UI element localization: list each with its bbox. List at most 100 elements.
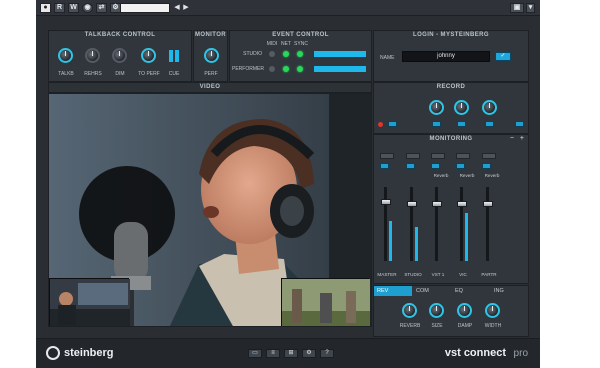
studio-channel-label: STUDIO [404,272,422,277]
master-channel-label: MASTER [377,272,397,277]
tab-compressor[interactable]: COM [413,286,451,296]
record-gain-knob-1[interactable] [429,100,444,115]
record-title: RECORD [436,84,466,90]
video-feed [48,93,372,327]
window-menu-icon[interactable]: ▾ [526,3,535,13]
record-input-button-4[interactable] [485,121,494,127]
layout-mixer-icon[interactable]: ≡ [266,349,280,358]
studio-net-led [283,51,289,57]
layout-video-icon[interactable]: ▭ [248,349,262,358]
record-input-button-2[interactable] [432,121,441,127]
tab-eq[interactable]: EQ [452,286,490,296]
studio-midi-led [269,51,275,57]
to-performer-knob[interactable] [141,48,156,63]
partr-channel-label: PARTR [481,272,497,277]
performer-net-led [283,66,289,72]
size-knob[interactable] [429,303,444,318]
talkback-title: TALKBACK CONTROL [84,32,156,38]
performer-midi-led [269,66,275,72]
vic-send-label: Reverb [459,173,475,178]
expand-icon[interactable]: + [520,135,524,142]
camera-icon[interactable]: ▣ [510,3,524,13]
rehearse-knob[interactable] [85,48,100,63]
monitor-performer-label: PERF [204,71,218,77]
talkback-label: TALKB [58,71,74,77]
route-button-vic[interactable] [456,153,470,159]
vst-connect-window: TALKBACK CONTROL TALKB REHRS DIM TO PERF… [36,16,540,368]
master-mute-button[interactable] [380,163,389,169]
effects-panel: REV COM EQ ING REVERB SIZE DAMP WIDTH [373,285,529,337]
talkback-knob[interactable] [58,48,73,63]
partr-mute-button[interactable] [482,163,491,169]
bottom-bar: steinberg ▭ ≡ ⊞ ⚙ ? vst connect pro [36,338,540,368]
preset-next-icon[interactable]: ▶ [182,3,190,13]
studio-sync-led [297,51,303,57]
studio-fader-track [410,187,413,261]
master-meter [389,221,392,261]
preset-field[interactable] [120,3,170,13]
damp-knob[interactable] [457,303,472,318]
vic-fader[interactable] [457,201,467,207]
vst1-mute-button[interactable] [431,163,440,169]
power-icon[interactable]: ● [40,3,51,13]
route-button-master[interactable] [380,153,394,159]
performer-pip-video [281,278,370,326]
video-header: VIDEO [48,82,372,93]
partr-fader[interactable] [483,201,493,207]
login-title: LOGIN - MYSTEINBERG [413,32,489,38]
vic-channel-label: VIC [459,272,467,277]
username-input[interactable]: johnny [402,51,490,62]
damp-label: DAMP [457,323,473,329]
route-button-partr[interactable] [482,153,496,159]
steinberg-logo-icon [46,346,60,360]
record-input-button-1[interactable] [388,121,397,127]
monitoring-title: MONITORING [429,136,473,142]
record-gain-knob-2[interactable] [454,100,469,115]
collapse-icon[interactable]: − [510,135,514,142]
width-knob[interactable] [485,303,500,318]
monitor-panel: MONITOR PERF [193,30,228,82]
monitor-performer-knob[interactable] [204,48,219,63]
login-confirm-button[interactable]: ✓ [495,52,511,61]
master-fader[interactable] [381,199,391,205]
midi-column-label: MIDI [266,41,278,47]
performer-row-label: PERFORMER [232,66,264,72]
width-label: WIDTH [484,323,502,329]
partr-send-label: Reverb [484,173,500,178]
vic-meter [465,213,468,261]
tab-reverb[interactable]: REV [374,286,412,296]
dim-knob[interactable] [112,48,127,63]
studio-fader[interactable] [407,201,417,207]
video-title: VIDEO [199,84,221,90]
size-label: SIZE [431,323,443,329]
route-button-vst1[interactable] [431,153,445,159]
write-button[interactable]: W [68,3,79,13]
record-mode-icon[interactable]: ◉ [82,3,93,13]
talkback-panel: TALKBACK CONTROL TALKB REHRS DIM TO PERF… [48,30,192,82]
steinberg-logo: steinberg [64,347,114,359]
layout-split-icon[interactable]: ⊞ [284,349,298,358]
reverb-label: REVERB [399,323,421,329]
read-button[interactable]: R [54,3,65,13]
record-input-button-3[interactable] [457,121,466,127]
help-icon[interactable]: ? [320,349,334,358]
record-gain-knob-3[interactable] [482,100,497,115]
link-icon[interactable]: ⇄ [96,3,107,13]
partr-fader-track [486,187,489,261]
route-button-studio[interactable] [406,153,420,159]
cue-meter-right [175,50,179,62]
preset-prev-icon[interactable]: ◀ [173,3,181,13]
cue-meter-left [169,50,173,62]
vst1-fader[interactable] [432,201,442,207]
settings-gear-icon[interactable]: ⚙ [302,349,316,358]
top-toolbar: ● R W ◉ ⇄ ⚙ ◀ ▶ ▣ ▾ [36,0,540,16]
tab-ing[interactable]: ING [491,286,529,296]
vic-mute-button[interactable] [456,163,465,169]
product-edition: pro [513,348,528,359]
monitor-title: MONITOR [194,32,227,38]
record-panel: RECORD [373,82,529,134]
record-arm-icon[interactable] [378,122,383,127]
record-input-button-5[interactable] [515,121,524,127]
reverb-knob[interactable] [402,303,417,318]
studio-mute-button[interactable] [406,163,415,169]
